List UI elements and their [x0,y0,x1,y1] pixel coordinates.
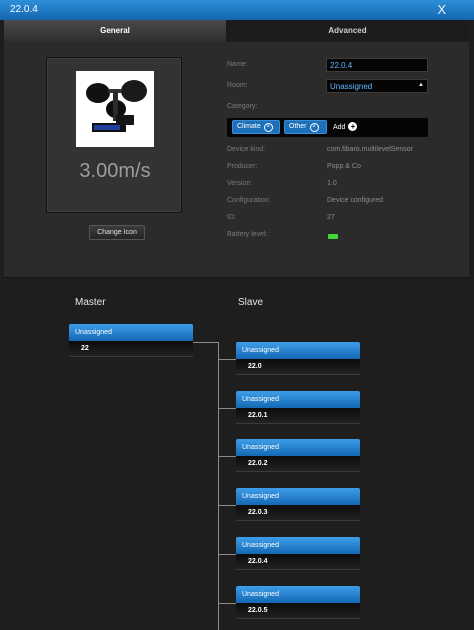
plus-icon: + [348,122,358,131]
slave-node-room[interactable]: Unassigned [236,391,360,408]
connector-line [193,342,218,343]
slave-node-room[interactable]: Unassigned [236,488,360,505]
producer-value: Popp & Co [327,163,361,170]
battery-label: Battery level: [227,231,268,238]
master-node-name[interactable]: 22 [69,341,193,357]
slave-node-room[interactable]: Unassigned [236,586,360,603]
version-label: Version: [227,180,253,187]
close-button[interactable]: X [437,2,446,17]
name-label: Name: [227,61,248,68]
slave-node-room[interactable]: Unassigned [236,439,360,456]
connector-line [218,505,236,506]
sensor-reading: 3.00m/s [79,160,151,182]
window-title: 22.0.4 [10,4,38,15]
battery-icon [328,234,338,239]
id-value: 27 [327,214,335,221]
connector-line [218,603,236,604]
slave-node-room[interactable]: Unassigned [236,537,360,554]
connector-line [218,342,219,630]
remove-icon[interactable]: × [309,123,319,132]
title-bar: 22.0.4 X [0,0,474,20]
anemometer-icon [76,71,154,147]
master-title: Master [75,297,106,308]
general-panel: 3.00m/s Change Icon Name: 22.0.4 Room: U… [4,42,469,278]
associations-panel: Master Slave Unassigned 22 Unassigned 22… [0,279,474,630]
device-icon-box: 3.00m/s [46,57,182,213]
id-label: ID: [227,214,236,221]
tab-general[interactable]: General [4,20,226,42]
slave-node-name[interactable]: 22.0.1 [236,408,360,424]
category-chip-other[interactable]: Other × [284,120,327,134]
slave-node-name[interactable]: 22.0.2 [236,456,360,472]
slave-node-room[interactable]: Unassigned [236,342,360,359]
room-label: Room: [227,82,248,89]
name-input[interactable]: 22.0.4 [326,58,428,72]
version-value: 1.0 [327,180,337,187]
device-dialog: 22.0.4 X General Advanced 3.00m/s Change… [0,0,474,630]
remove-icon[interactable]: × [263,123,273,132]
configuration-value: Device configured [327,197,384,204]
device-kind-value: com.fibaro.multilevelSensor [327,146,413,153]
device-kind-label: Device kind: [227,146,266,153]
category-chip-label: Other [289,123,307,130]
tab-bar: General Advanced [4,20,469,42]
room-select-value: Unassigned [330,82,373,91]
connector-line [218,359,236,360]
slave-node-name[interactable]: 22.0.5 [236,603,360,619]
category-list: Climate × Other × Add + [227,118,428,137]
add-category-button[interactable]: Add + [333,122,358,131]
slave-title: Slave [238,297,264,308]
slave-node-name[interactable]: 22.0 [236,359,360,375]
connector-line [218,456,236,457]
category-chip-climate[interactable]: Climate × [232,120,280,134]
change-icon-button[interactable]: Change Icon [89,225,145,240]
connector-line [218,554,236,555]
select-arrows-icon: ▲ [418,82,424,88]
room-select[interactable]: Unassigned ▲ [326,79,428,93]
master-node-room[interactable]: Unassigned [69,324,193,341]
connector-line [218,408,236,409]
category-chip-label: Climate [237,123,261,130]
add-label: Add [333,124,346,131]
category-label: Category: [227,103,258,110]
tab-advanced[interactable]: Advanced [226,20,469,42]
slave-node-name[interactable]: 22.0.3 [236,505,360,521]
slave-node-name[interactable]: 22.0.4 [236,554,360,570]
configuration-label: Configuration: [227,197,271,204]
producer-label: Producer: [227,163,258,170]
